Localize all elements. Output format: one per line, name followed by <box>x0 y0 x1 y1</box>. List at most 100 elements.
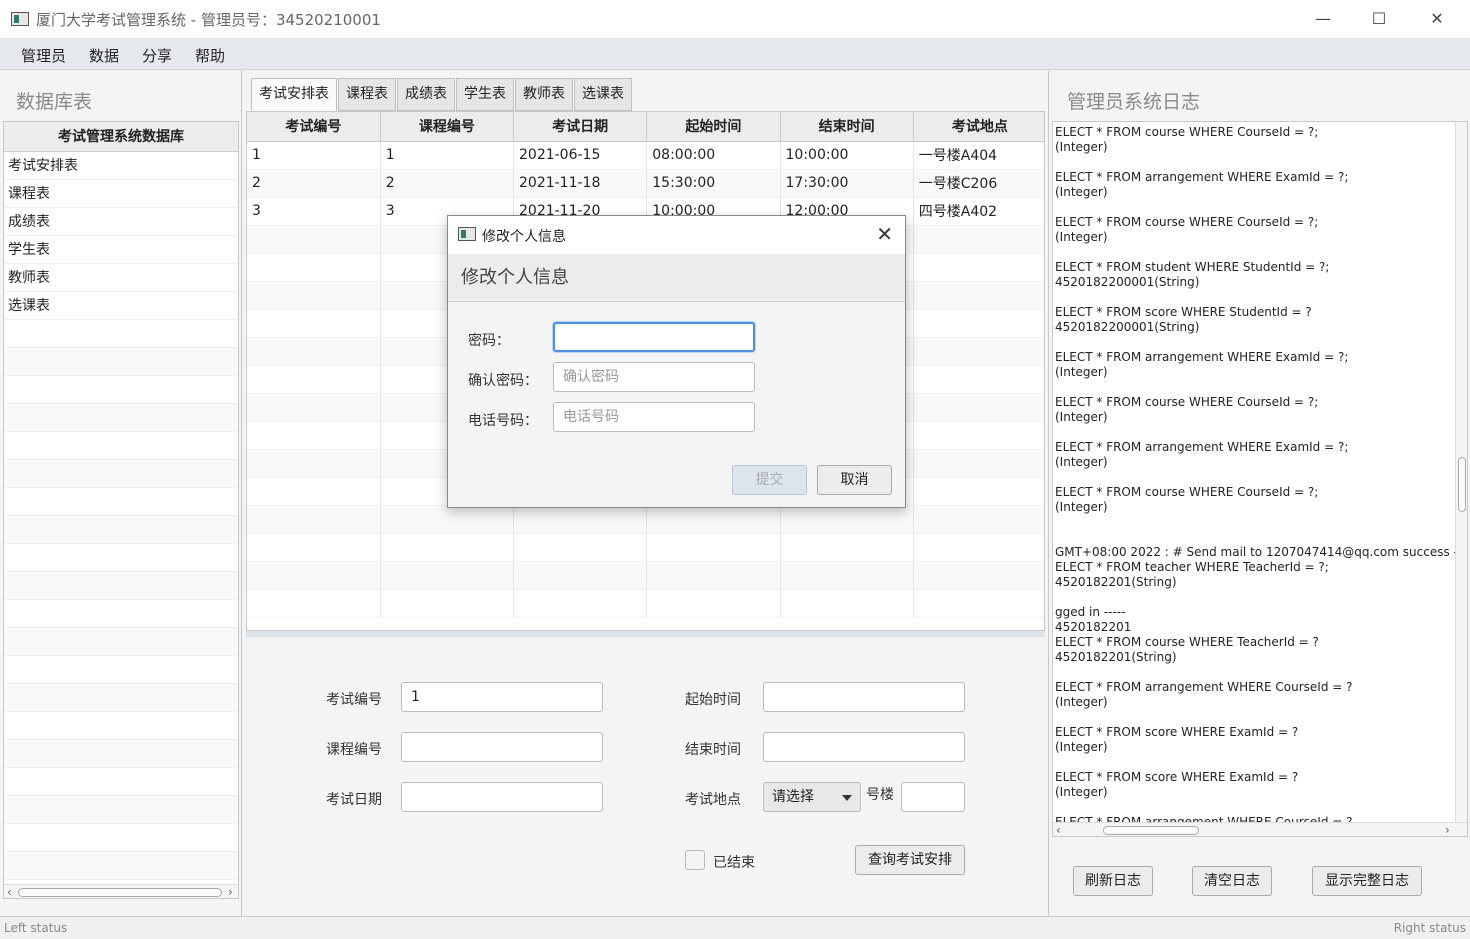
building-suffix-label: 号楼 <box>866 787 894 803</box>
course-id-input[interactable] <box>401 732 603 762</box>
log-vscroll-thumb[interactable] <box>1458 457 1466 512</box>
tree-item-selection[interactable]: 选课表 <box>4 292 238 320</box>
tab-student[interactable]: 学生表 <box>456 78 514 111</box>
tree-item-score[interactable]: 成绩表 <box>4 208 238 236</box>
tree-hscroll-thumb[interactable] <box>18 888 222 897</box>
tree-header: 考试管理系统数据库 <box>4 122 238 152</box>
tree-empty-row <box>4 404 238 432</box>
log-vscrollbar[interactable] <box>1455 122 1467 822</box>
chevron-down-icon <box>842 795 852 801</box>
end-time-label: 结束时间 <box>685 742 741 758</box>
finished-checkbox[interactable] <box>685 850 705 870</box>
tab-arrangement[interactable]: 考试安排表 <box>251 78 337 111</box>
table-empty-cell <box>646 589 781 618</box>
dialog-titlebar: 修改个人信息 ✕ <box>448 216 905 254</box>
phone-label: 电话号码： <box>468 413 538 429</box>
confirm-password-input[interactable]: 确认密码 <box>553 362 755 392</box>
scroll-right-icon[interactable]: › <box>1445 823 1450 836</box>
menu-data[interactable]: 数据 <box>89 45 119 66</box>
dialog-title: 修改个人信息 <box>482 229 566 245</box>
menu-share[interactable]: 分享 <box>142 45 172 66</box>
end-time-input[interactable] <box>763 732 965 762</box>
password-input[interactable] <box>553 322 755 352</box>
tree-hscrollbar[interactable]: ‹ › <box>4 884 238 899</box>
submit-button[interactable]: 提交 <box>732 465 807 495</box>
table-empty-cell <box>646 505 781 534</box>
log-line: (Integer) <box>1055 785 1108 799</box>
table-empty-cell <box>247 365 381 394</box>
tree-empty-row <box>4 376 238 404</box>
table-empty-cell <box>380 589 515 618</box>
maximize-button[interactable]: ☐ <box>1356 6 1402 32</box>
scroll-left-icon[interactable]: ‹ <box>7 885 12 899</box>
clear-log-button[interactable]: 清空日志 <box>1192 866 1272 896</box>
column-header[interactable]: 考试编号 <box>247 112 381 142</box>
database-panel: 数据库表 考试管理系统数据库 考试安排表 课程表 成绩表 学生表 教师表 选课表… <box>0 71 242 916</box>
column-header[interactable]: 起始时间 <box>646 112 781 142</box>
start-time-input[interactable] <box>763 682 965 712</box>
table-empty-cell <box>780 533 914 562</box>
start-time-label: 起始时间 <box>685 692 741 708</box>
table-empty-cell <box>513 561 648 590</box>
tab-selection[interactable]: 选课表 <box>574 78 632 111</box>
database-panel-title: 数据库表 <box>16 91 93 113</box>
table-empty-cell <box>780 561 914 590</box>
column-header[interactable]: 课程编号 <box>380 112 515 142</box>
column-header[interactable]: 考试日期 <box>513 112 648 142</box>
column-header[interactable]: 结束时间 <box>780 112 914 142</box>
table-empty-cell <box>247 533 381 562</box>
table-cell: 10:00:00 <box>780 141 914 170</box>
table-empty-cell <box>247 281 381 310</box>
table-cell: 08:00:00 <box>646 141 781 170</box>
location-label: 考试地点 <box>685 792 741 808</box>
log-panel: 管理员系统日志 ELECT * FROM course WHERE Course… <box>1048 71 1470 916</box>
exam-id-input[interactable]: 1 <box>401 682 603 712</box>
log-hscroll-thumb[interactable] <box>1103 826 1199 835</box>
tree-item-student[interactable]: 学生表 <box>4 236 238 264</box>
log-line: ELECT * FROM student WHERE StudentId = ?… <box>1055 260 1330 274</box>
table-row[interactable]: 2 2 2021-11-18 15:30:00 17:30:00 一号楼C206 <box>247 169 1044 198</box>
tree-item-arrangement[interactable]: 考试安排表 <box>4 152 238 180</box>
close-icon[interactable]: ✕ <box>876 222 893 246</box>
tab-teacher[interactable]: 教师表 <box>515 78 573 111</box>
tab-score[interactable]: 成绩表 <box>397 78 455 111</box>
exam-date-input[interactable] <box>401 782 603 812</box>
scroll-right-icon[interactable]: › <box>228 885 233 899</box>
scroll-left-icon[interactable]: ‹ <box>1056 823 1061 836</box>
table-empty-cell <box>247 477 381 506</box>
log-hscrollbar[interactable]: ‹ › <box>1053 822 1467 836</box>
refresh-log-button[interactable]: 刷新日志 <box>1073 866 1153 896</box>
show-full-log-button[interactable]: 显示完整日志 <box>1312 866 1422 896</box>
exam-id-label: 考试编号 <box>326 692 382 708</box>
log-line: (Integer) <box>1055 365 1108 379</box>
close-button[interactable]: ✕ <box>1414 6 1460 32</box>
table-empty-cell <box>380 505 515 534</box>
log-text-area[interactable]: ELECT * FROM course WHERE CourseId = ?;(… <box>1052 121 1468 837</box>
menu-help[interactable]: 帮助 <box>195 45 225 66</box>
log-line: (Integer) <box>1055 500 1108 514</box>
cancel-button[interactable]: 取消 <box>817 465 892 495</box>
log-line: (Integer) <box>1055 740 1108 754</box>
query-arrangement-button[interactable]: 查询考试安排 <box>855 845 965 875</box>
tree-empty-row <box>4 544 238 572</box>
menu-admin[interactable]: 管理员 <box>21 45 66 66</box>
table-empty-cell <box>247 449 381 478</box>
building-select[interactable]: 请选择 <box>763 782 861 812</box>
room-input[interactable] <box>901 782 965 812</box>
log-line: ELECT * FROM course WHERE CourseId = ?; <box>1055 485 1319 499</box>
log-line: 4520182201(String) <box>1055 575 1177 589</box>
phone-input[interactable]: 电话号码 <box>553 402 755 432</box>
tree-item-teacher[interactable]: 教师表 <box>4 264 238 292</box>
log-line: (Integer) <box>1055 140 1108 154</box>
table-row[interactable]: 1 1 2021-06-15 08:00:00 10:00:00 一号楼A404 <box>247 141 1044 170</box>
table-empty-cell <box>513 533 648 562</box>
table-cell: 2 <box>247 169 381 198</box>
log-line: gged in ----- <box>1055 605 1126 619</box>
log-line: 4520182200001(String) <box>1055 320 1200 334</box>
column-header[interactable]: 考试地点 <box>913 112 1044 142</box>
tab-course[interactable]: 课程表 <box>338 78 396 111</box>
tree-item-course[interactable]: 课程表 <box>4 180 238 208</box>
building-select-value: 请选择 <box>772 789 814 805</box>
menubar: 管理员 数据 分享 帮助 <box>0 38 1470 70</box>
minimize-button[interactable]: — <box>1300 6 1346 32</box>
